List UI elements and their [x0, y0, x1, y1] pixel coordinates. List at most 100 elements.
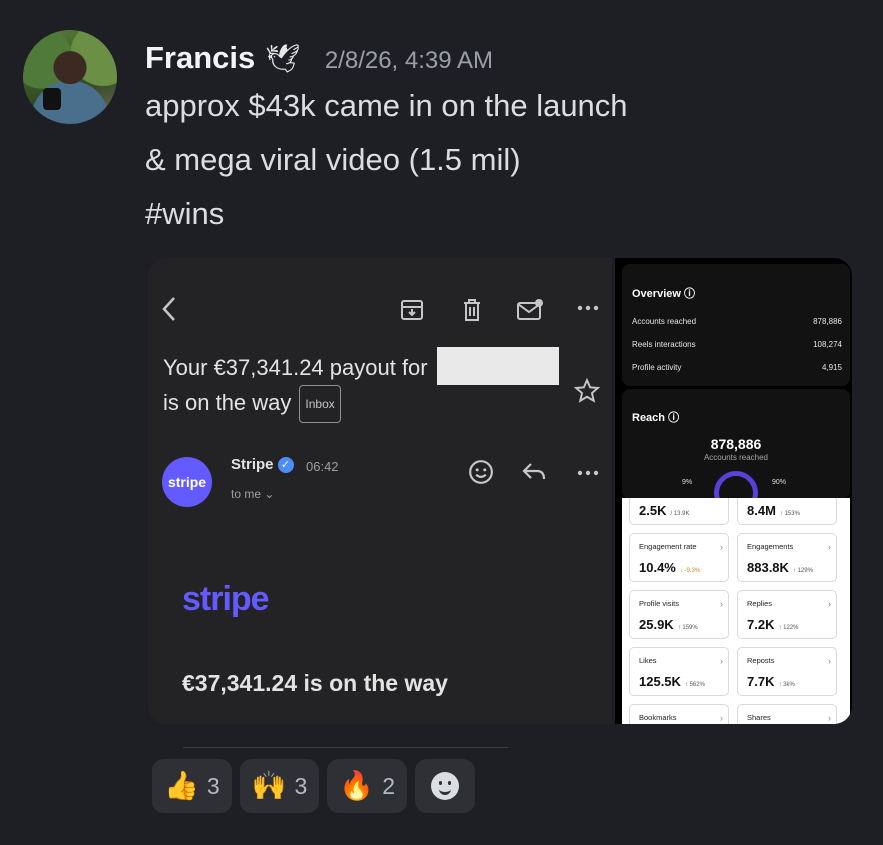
stat-value: 25.9K ↑ 159%	[639, 617, 698, 632]
chevron-right-icon: ›	[720, 656, 723, 666]
stat-number: 883.8K	[747, 560, 789, 575]
overview-title: Overview ⓘ	[632, 285, 695, 301]
user-avatar[interactable]	[23, 30, 117, 124]
sender-name: Stripe ✓	[231, 456, 294, 474]
stat-card: Engagements › 883.8K ↑ 129%	[737, 533, 837, 582]
overview-row: Reels interactions 108,274	[632, 340, 842, 349]
overview-card: Overview ⓘ Accounts reached 878,886 Reels…	[622, 264, 850, 386]
stat-card: Reposts › 7.7K ↑ 3k%	[737, 647, 837, 696]
dove-icon: 🕊	[265, 43, 301, 74]
stat-card: Likes › 125.5K ↑ 562%	[629, 647, 729, 696]
email-screenshot[interactable]: Your €37,341.24 payout for is on the way…	[148, 258, 612, 724]
stat-label: Profile visits	[639, 599, 680, 608]
stat-change: ↑ 153%	[779, 511, 800, 517]
stat-card: 8.4M ↑ 153%	[737, 498, 837, 525]
mark-unread-icon	[516, 298, 544, 329]
reaction-raised-hands[interactable]: 🙌 3	[239, 759, 320, 813]
subject-line: Your €37,341.24 payout for	[163, 355, 428, 380]
stat-label: Engagement rate	[639, 542, 697, 551]
email-subject: Your €37,341.24 payout for is on the way…	[163, 351, 428, 423]
sender-time: 06:42	[306, 459, 339, 474]
stat-number: 2.5K	[639, 503, 667, 518]
chevron-right-icon: ›	[828, 713, 831, 723]
stat-label: Bookmarks	[639, 713, 677, 722]
stat-number: 10.4%	[639, 560, 676, 575]
more-icon	[576, 296, 600, 327]
overview-row-label: Profile activity	[632, 363, 682, 372]
sender-avatar: stripe	[162, 457, 212, 507]
overview-row-label: Accounts reached	[632, 317, 697, 326]
reach-title: Reach ⓘ	[632, 409, 679, 425]
overview-title-text: Overview	[632, 288, 681, 300]
message-line: #wins	[145, 196, 225, 231]
overview-row: Accounts reached 878,886	[632, 317, 842, 326]
stat-change: ↑ 129%	[792, 568, 813, 574]
stat-label: Engagements	[747, 542, 794, 551]
microphone-shape	[43, 88, 61, 110]
reaction-count: 3	[294, 772, 308, 799]
raised-hands-icon: 🙌	[251, 770, 287, 801]
stat-value: 7.2K ↑ 122%	[747, 617, 798, 632]
reach-value: 878,886	[710, 436, 762, 452]
stat-card: 2.5K/ 13.9K	[629, 498, 729, 525]
chevron-right-icon: ›	[720, 599, 723, 609]
stat-change: ↑ 3k%	[778, 682, 795, 688]
fire-icon: 🔥	[339, 770, 375, 801]
message-timestamp: 2/8/26, 4:39 AM	[324, 47, 493, 74]
stat-change: / 13.9K	[670, 511, 690, 517]
chevron-down-icon: ⌄	[264, 487, 275, 501]
info-icon: ⓘ	[668, 412, 680, 424]
subject-line: is on the way	[163, 389, 292, 415]
overview-row: Profile activity 4,915	[632, 363, 842, 372]
chevron-right-icon: ›	[828, 656, 831, 666]
stat-card: Replies › 7.2K ↑ 122%	[737, 590, 837, 639]
trash-icon	[460, 298, 484, 329]
message-line: & mega viral video (1.5 mil)	[145, 142, 521, 177]
username[interactable]: Francis	[145, 40, 255, 76]
reaction-count: 3	[206, 772, 220, 799]
stat-value: 125.5K ↑ 562%	[639, 674, 705, 689]
reach-right-pct: 90%	[772, 479, 787, 486]
inbox-label-chip: Inbox	[299, 385, 341, 423]
overview-row-label: Reels interactions	[632, 340, 696, 349]
more-icon	[576, 461, 600, 492]
reaction-thumbs-up[interactable]: 👍 3	[152, 759, 232, 813]
star-icon	[573, 377, 601, 411]
reach-donut-chart	[714, 471, 758, 499]
stat-label: Replies	[747, 599, 773, 608]
archive-icon	[400, 298, 424, 329]
info-icon: ⓘ	[683, 288, 695, 300]
stat-value: 2.5K/ 13.9K	[639, 503, 689, 518]
stat-number: 125.5K	[639, 674, 681, 689]
stat-card: Engagement rate › 10.4% ↓ -9.3%	[629, 533, 729, 582]
stat-number: 8.4M	[747, 503, 776, 518]
reach-card: Reach ⓘ 878,886 Accounts reached 9% 90%	[622, 389, 850, 499]
stat-card: Profile visits › 25.9K ↑ 159%	[629, 590, 729, 639]
reaction-bar: 👍 3 🙌 3 🔥 2	[152, 759, 476, 813]
stat-number: 7.7K	[747, 674, 775, 689]
chevron-right-icon: ›	[828, 542, 831, 552]
stat-label: Shares	[747, 713, 771, 722]
message-header: Francis 🕊 2/8/26, 4:39 AM	[145, 40, 493, 76]
back-arrow-icon	[162, 296, 176, 329]
overview-row-value: 878,886	[813, 317, 842, 326]
add-reaction-button[interactable]	[415, 759, 476, 813]
chevron-right-icon: ›	[828, 599, 831, 609]
stat-value: 10.4% ↓ -9.3%	[639, 560, 700, 575]
chevron-right-icon: ›	[720, 713, 723, 723]
image-attachments[interactable]: Your €37,341.24 payout for is on the way…	[148, 258, 852, 724]
stat-card: Shares ›	[737, 704, 837, 724]
add-reaction-icon	[431, 772, 460, 800]
divider	[183, 747, 508, 748]
redaction-box	[437, 347, 559, 385]
message-line: approx $43k came in on the launch	[145, 88, 628, 123]
insights-screenshot[interactable]: Overview ⓘ Accounts reached 878,886 Reels…	[615, 258, 852, 724]
reach-left-pct: 9%	[682, 479, 693, 486]
payout-headline: €37,341.24 is on the way	[182, 670, 448, 696]
stat-change: ↑ 159%	[677, 625, 698, 631]
stripe-logo: stripe	[182, 580, 270, 618]
reach-title-text: Reach	[632, 412, 666, 424]
chevron-right-icon: ›	[720, 542, 723, 552]
reaction-fire[interactable]: 🔥 2	[327, 759, 408, 813]
sender-name-text: Stripe	[231, 456, 274, 473]
